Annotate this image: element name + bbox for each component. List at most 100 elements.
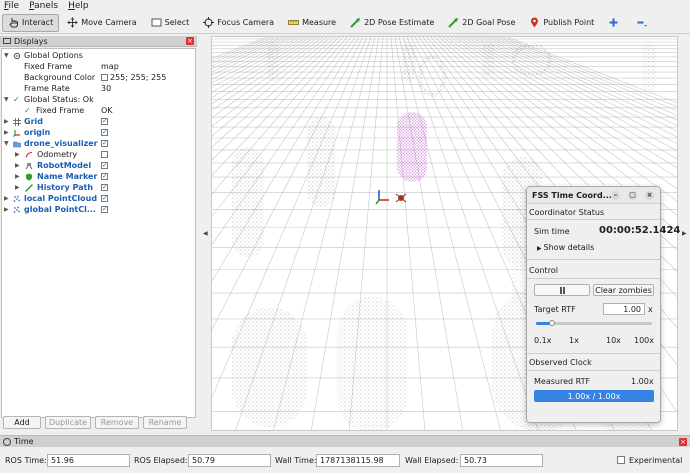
axes-icon (13, 129, 21, 137)
clear-zombies-button[interactable]: Clear zombies (593, 284, 654, 296)
tree-item-global-options[interactable]: ▼ Global Options (2, 50, 195, 61)
wall-elapsed-field[interactable]: 50.73 (460, 454, 543, 467)
tree-item-grid[interactable]: ▶ Grid (2, 116, 195, 127)
coordinator-status-heading: Coordinator Status (529, 208, 605, 217)
show-details-toggle[interactable]: ▶ Show details (537, 243, 594, 252)
menu-help[interactable]: Help (68, 1, 89, 11)
tree-item-background-color[interactable]: Background Color 255; 255; 255 (2, 72, 195, 83)
menu-file[interactable]: File (4, 1, 19, 11)
expand-arrow-icon[interactable]: ▼ (4, 50, 9, 61)
ruler-icon (288, 17, 299, 28)
tree-item-history-path[interactable]: ▶ History Path (2, 182, 195, 193)
measured-rtf-label: Measured RTF (534, 377, 591, 386)
local-pointcloud-checkbox[interactable] (101, 193, 108, 204)
background-color-value[interactable]: 255; 255; 255 (101, 72, 166, 83)
measured-rtf-value: 1.00x (631, 377, 654, 386)
pause-button[interactable] (534, 284, 590, 296)
close-icon[interactable]: × (645, 191, 654, 200)
wall-time-field[interactable]: 1787138115.98 (316, 454, 400, 467)
displays-panel: Displays × ▼ Global Options Fixed Frame … (0, 36, 197, 431)
focus-camera-tool-button[interactable]: Focus Camera (197, 14, 280, 32)
displays-tree[interactable]: ▼ Global Options Fixed Frame map Backgro… (1, 48, 196, 418)
collapse-arrow-icon[interactable]: ▶ (15, 171, 20, 182)
odometry-checkbox[interactable] (101, 151, 108, 158)
tick-label: 100x (634, 336, 655, 345)
divider (527, 259, 660, 260)
time-title: Time (14, 437, 34, 446)
duplicate-button[interactable]: Duplicate (45, 416, 91, 429)
close-icon[interactable]: × (679, 438, 687, 446)
pose-estimate-label: 2D Pose Estimate (364, 18, 435, 27)
close-icon[interactable]: × (186, 37, 194, 45)
tree-item-fixed-frame[interactable]: Fixed Frame map (2, 61, 195, 72)
interact-tool-button[interactable]: Interact (2, 13, 60, 32)
remove-button[interactable]: Remove (95, 416, 139, 429)
collapse-arrow-icon[interactable]: ▶ (4, 127, 9, 138)
origin-checkbox[interactable] (101, 127, 108, 138)
history-path-checkbox[interactable] (101, 182, 108, 193)
grid-checkbox[interactable] (101, 116, 108, 127)
collapse-arrow-icon[interactable]: ▶ (15, 182, 20, 193)
collapse-arrow-icon[interactable]: ▶ (15, 160, 20, 171)
displays-button-row: Add Duplicate Remove Rename (0, 416, 197, 430)
tree-item-robot-model[interactable]: ▶ RobotModel (2, 160, 195, 171)
tree-item-origin[interactable]: ▶ origin (2, 127, 195, 138)
collapse-arrow-icon[interactable]: ▶ (4, 193, 9, 204)
ros-elapsed-field[interactable]: 50.79 (188, 454, 271, 467)
remove-tool-button[interactable] (630, 14, 656, 32)
divider (527, 370, 660, 371)
experimental-checkbox[interactable] (617, 456, 625, 464)
gear-icon (13, 52, 21, 60)
pose-estimate-tool-button[interactable]: 2D Pose Estimate (344, 14, 440, 32)
publish-point-label: Publish Point (543, 18, 595, 27)
menu-panels[interactable]: Panels (29, 1, 58, 11)
move-camera-tool-button[interactable]: Move Camera (61, 14, 142, 32)
maximize-icon[interactable]: □ (628, 191, 637, 200)
frame-rate-value[interactable]: 30 (101, 83, 111, 94)
add-button[interactable]: Add (3, 416, 41, 429)
expand-arrow-icon[interactable]: ▼ (4, 94, 9, 105)
fss-titlebar[interactable]: FSS Time Coord... – □ × (527, 187, 660, 204)
rename-button[interactable]: Rename (143, 416, 187, 429)
ros-time-label: ROS Time: (5, 456, 47, 465)
name-marker-checkbox[interactable] (101, 171, 108, 182)
slider-handle[interactable] (549, 320, 556, 326)
robot-model-checkbox[interactable] (101, 160, 108, 171)
tree-label: Grid (24, 117, 43, 126)
global-pointcloud-checkbox[interactable] (101, 204, 108, 215)
collapse-right-arrow-icon[interactable]: ▶ (682, 230, 687, 237)
drone-visualizer-checkbox[interactable] (101, 138, 108, 149)
tree-item-global-pointcloud[interactable]: ▶ global PointCl... (2, 204, 195, 215)
tree-item-drone-visualizer[interactable]: ▼ drone_visualizer (2, 138, 195, 149)
target-rtf-input[interactable]: 1.00 (603, 303, 645, 315)
tree-label: Odometry (37, 150, 78, 159)
collapse-arrow-icon[interactable]: ▶ (4, 116, 9, 127)
collapse-arrow-icon[interactable]: ▶ (15, 149, 20, 160)
tree-item-frame-rate[interactable]: Frame Rate 30 (2, 83, 195, 94)
fixed-frame-value[interactable]: map (101, 61, 119, 72)
toolbar: Interact Move Camera Select Focus Camera… (0, 12, 690, 34)
goal-pose-tool-button[interactable]: 2D Goal Pose (442, 14, 521, 32)
tree-label: Name Marker (37, 172, 98, 181)
expand-arrow-icon[interactable]: ▼ (4, 138, 9, 149)
pointcloud-cylinder (642, 42, 656, 92)
tree-item-local-pointcloud[interactable]: ▶ local PointCloud (2, 193, 195, 204)
tree-item-global-status[interactable]: ▼ ✓ Global Status: Ok (2, 94, 195, 105)
minimize-icon[interactable]: – (611, 191, 620, 200)
tree-label: RobotModel (37, 161, 92, 170)
grid-icon (13, 118, 21, 126)
folder-icon (13, 140, 21, 148)
ros-time-field[interactable]: 51.96 (47, 454, 130, 467)
select-label: Select (164, 18, 190, 27)
select-tool-button[interactable]: Select (145, 14, 196, 32)
measure-tool-button[interactable]: Measure (282, 14, 342, 32)
collapse-left-arrow-icon[interactable]: ◀ (203, 230, 208, 237)
tree-item-name-marker[interactable]: ▶ Name Marker (2, 171, 195, 182)
tree-item-fixed-frame-status[interactable]: ✓ Fixed Frame OK (2, 105, 195, 116)
add-tool-button[interactable] (602, 14, 628, 32)
publish-point-tool-button[interactable]: Publish Point (523, 14, 600, 32)
move-camera-label: Move Camera (81, 18, 137, 27)
collapse-arrow-icon[interactable]: ▶ (4, 204, 9, 215)
sim-time-label: Sim time (534, 227, 570, 236)
tree-item-odometry[interactable]: ▶ Odometry (2, 149, 195, 160)
